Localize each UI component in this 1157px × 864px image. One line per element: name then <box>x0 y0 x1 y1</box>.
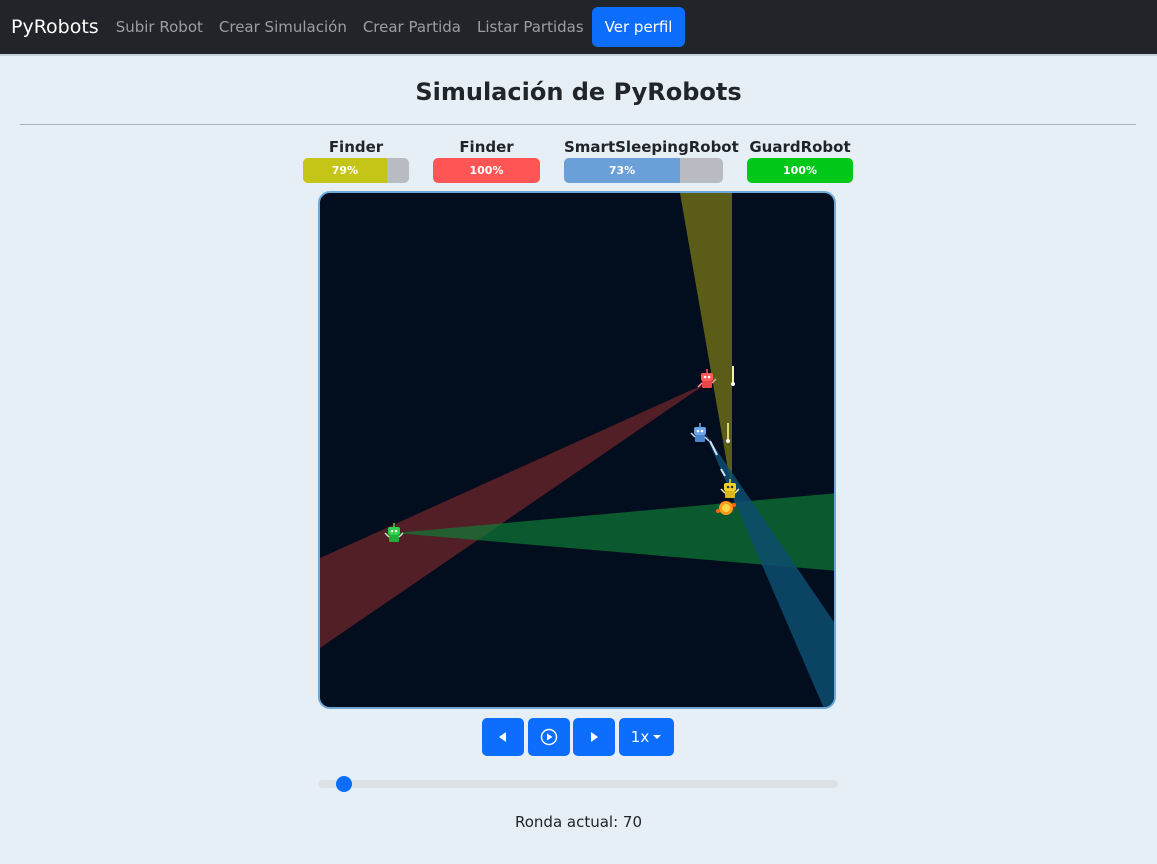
nav-link-subir-robot[interactable]: Subir Robot <box>116 18 203 36</box>
navbar: PyRobots Subir Robot Crear Simulación Cr… <box>0 0 1157 56</box>
next-round-button[interactable] <box>573 718 615 756</box>
round-slider-track[interactable] <box>318 780 838 788</box>
robot-status-1: Finder 79% <box>303 137 409 183</box>
page-title: Simulación de PyRobots <box>415 78 742 106</box>
health-bar-fill: 100% <box>433 158 540 183</box>
play-circle-icon <box>540 728 558 746</box>
health-bar-fill: 73% <box>564 158 681 183</box>
previous-round-button[interactable] <box>482 718 524 756</box>
robot-status-4: GuardRobot 100% <box>747 137 853 183</box>
caret-down-icon <box>653 735 662 739</box>
board-canvas <box>320 193 834 707</box>
robot-status-2: Finder 100% <box>433 137 540 183</box>
health-bar: 100% <box>747 158 853 183</box>
step-forward-icon <box>591 732 598 742</box>
nav-link-crear-partida[interactable]: Crear Partida <box>363 18 461 36</box>
simulation-board <box>318 191 836 709</box>
round-slider-thumb[interactable] <box>336 776 352 792</box>
brand-logo[interactable]: PyRobots <box>11 16 99 38</box>
speed-dropdown[interactable]: 1x <box>619 718 674 756</box>
health-bar-fill: 79% <box>303 158 387 183</box>
robot-name: Finder <box>328 138 384 156</box>
current-round-label: Ronda actual: 70 <box>514 813 642 831</box>
robot-name: Finder <box>459 138 514 156</box>
robot-name: SmartSleepingRobot <box>564 138 739 156</box>
robot-name: GuardRobot <box>749 138 851 156</box>
nav-link-crear-simulacion[interactable]: Crear Simulación <box>219 18 347 36</box>
missile-icon <box>709 440 718 456</box>
profile-button[interactable]: Ver perfil <box>591 7 686 47</box>
health-bar: 73% <box>564 158 723 183</box>
health-bar: 79% <box>303 158 409 183</box>
nav-link-listar-partidas[interactable]: Listar Partidas <box>477 18 584 36</box>
play-button[interactable] <box>528 718 570 756</box>
yellow-robot-scan-cone <box>680 193 732 493</box>
blue-robot-icon <box>690 423 710 442</box>
health-bar: 100% <box>433 158 540 183</box>
divider <box>20 124 1136 125</box>
speed-label: 1x <box>630 728 650 746</box>
step-backward-icon <box>499 732 506 742</box>
robot-status-3: SmartSleepingRobot 73% <box>564 137 739 183</box>
health-bar-fill: 100% <box>747 158 853 183</box>
